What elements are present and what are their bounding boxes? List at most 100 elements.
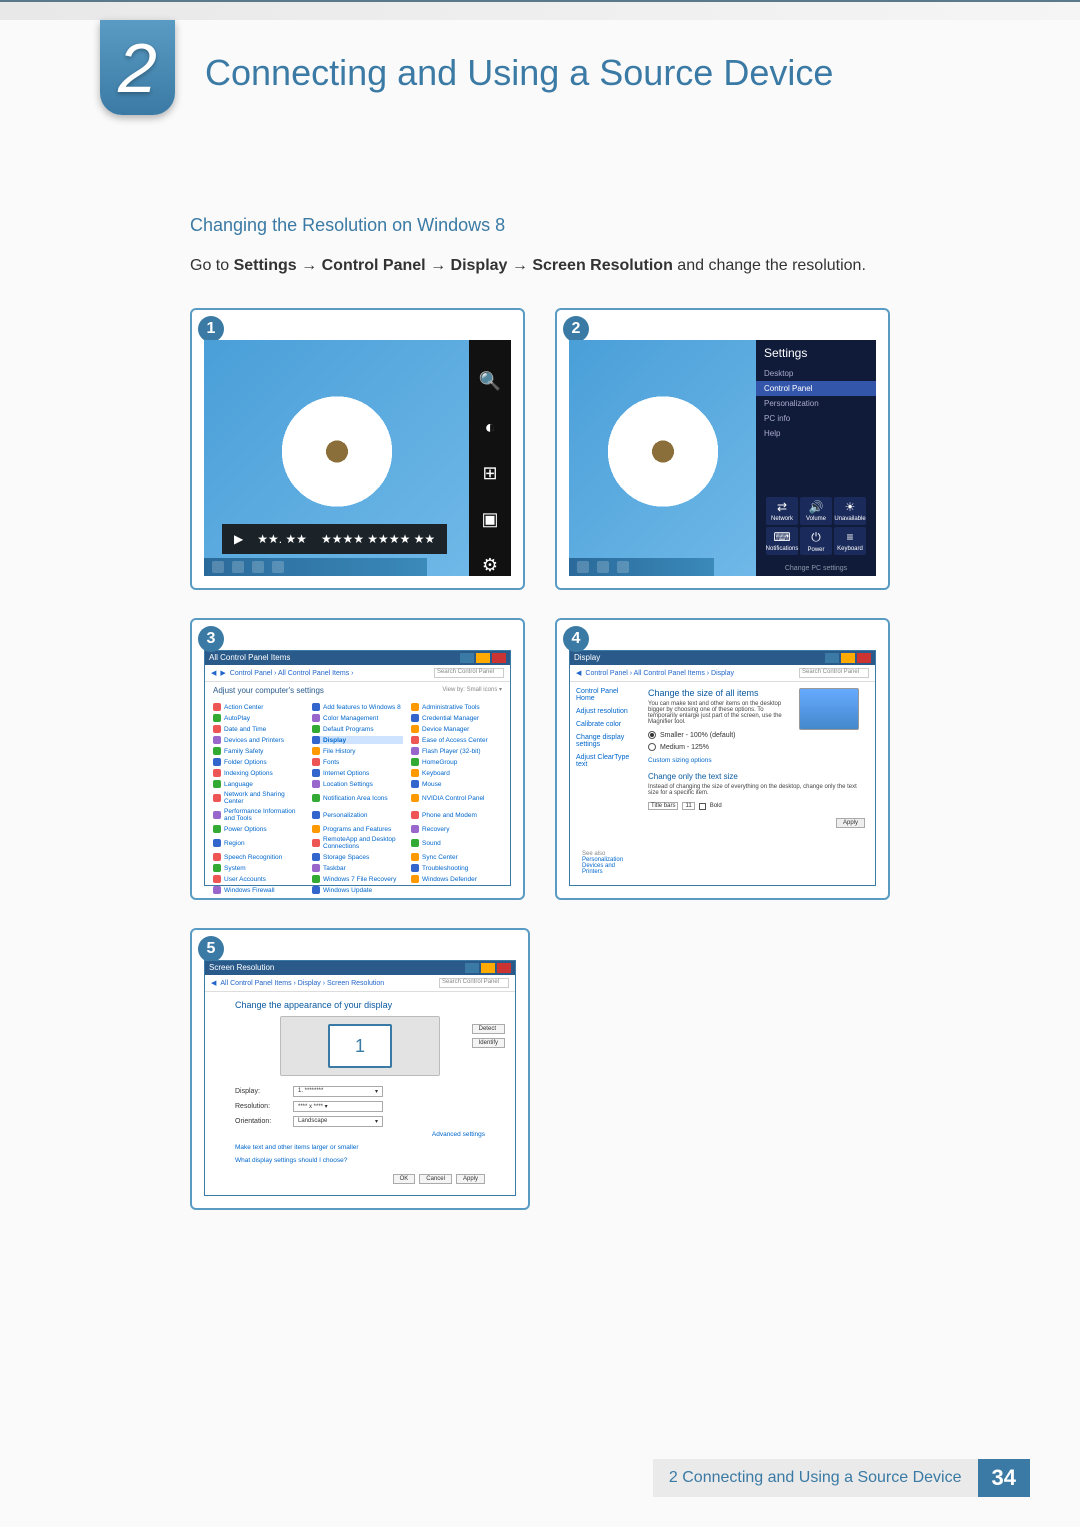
control-panel-grid: Action CenterAdd features to Windows 8Ad… [205, 699, 510, 898]
see-also-link: Devices and Printers [582, 863, 626, 875]
arrow-icon: → [301, 257, 317, 274]
cp-item-label: Keyboard [422, 770, 450, 777]
advanced-settings-link: Advanced settings [235, 1131, 485, 1138]
cp-item-label: RemoteApp and Desktop Connections [323, 836, 403, 850]
tile-notifications: ⌨Notifications [766, 527, 798, 555]
window-title: Display [574, 653, 600, 663]
media-stars: ★★. ★★ [257, 532, 307, 546]
cp-item-icon [312, 886, 320, 894]
cp-item-icon [312, 780, 320, 788]
flower-graphic [598, 387, 728, 517]
control-panel-window: All Control Panel Items ◀ ▶ Control Pane… [204, 650, 511, 886]
apply-button: Apply [456, 1174, 485, 1184]
cp-item-label: Folder Options [224, 759, 267, 766]
custom-sizing-link: Custom sizing options [648, 757, 865, 764]
cp-item: Administrative Tools [411, 703, 502, 711]
cp-item: Language [213, 780, 304, 788]
resolution-select: **** x **** ▾ [293, 1101, 383, 1112]
forward-icon: ▶ [220, 669, 225, 677]
window-titlebar: Display [570, 651, 875, 665]
close-icon [492, 653, 506, 663]
search-input: Search Control Panel [799, 668, 869, 678]
display-desc2: Instead of changing the size of everythi… [648, 784, 865, 796]
cp-item-icon [312, 758, 320, 766]
back-icon: ◀ [211, 669, 216, 677]
window-title: All Control Panel Items [209, 653, 290, 663]
chapter-title: Connecting and Using a Source Device [205, 52, 833, 94]
cp-item-icon [213, 875, 221, 883]
ok-button: OK [393, 1174, 416, 1184]
bold-checkbox [699, 803, 706, 810]
cp-item-icon [312, 839, 320, 847]
step-badge-3: 3 [198, 626, 224, 652]
cp-item-icon [411, 839, 419, 847]
cp-item: Internet Options [312, 769, 403, 777]
apply-button: Apply [836, 818, 865, 828]
cp-item-label: File History [323, 748, 356, 755]
settings-panel: Settings Desktop Control Panel Personali… [756, 340, 876, 576]
monitor-preview-area: 1 [280, 1016, 440, 1076]
cp-item-label: Taskbar [323, 865, 346, 872]
devices-icon: ▣ [479, 508, 501, 530]
cp-item-label: Phone and Modem [422, 812, 477, 819]
cp-item-icon [411, 725, 419, 733]
cp-item-label: Sync Center [422, 854, 458, 861]
cp-item: Power Options [213, 825, 304, 833]
cp-item: Mouse [411, 780, 502, 788]
cp-item-label: Location Settings [323, 781, 373, 788]
titlebar-select: Title bars [648, 802, 678, 810]
cp-item: Default Programs [312, 725, 403, 733]
cp-item-icon [411, 853, 419, 861]
cp-item-label: Region [224, 840, 245, 847]
sr-body: Change the appearance of your display 1 … [205, 992, 515, 1195]
cp-item-label: Language [224, 781, 253, 788]
radio-off-icon [648, 743, 656, 751]
chapter-number: 2 [118, 28, 157, 108]
cp-item-icon [213, 736, 221, 744]
cp-item-icon [411, 825, 419, 833]
cp-item: Recovery [411, 825, 502, 833]
cp-item: Devices and Printers [213, 736, 304, 744]
cp-item-icon [312, 864, 320, 872]
breadcrumb: ◀ ▶ Control Panel › All Control Panel It… [205, 665, 510, 682]
cp-item: Location Settings [312, 780, 403, 788]
window-titlebar: Screen Resolution [205, 961, 515, 975]
cp-item: Indexing Options [213, 769, 304, 777]
cp-item-label: Power Options [224, 826, 267, 833]
instr-settings: Settings [234, 257, 297, 274]
arrow-icon: → [430, 257, 446, 274]
cp-item: Windows Firewall [213, 886, 304, 894]
cp-item: Troubleshooting [411, 864, 502, 872]
see-also: See also Personalization Devices and Pri… [576, 851, 632, 879]
tile-volume: 🔊Volume [800, 497, 832, 525]
flower-graphic [272, 387, 402, 517]
orientation-label: Orientation: [235, 1118, 285, 1125]
maximize-icon [476, 653, 490, 663]
instr-pre: Go to [190, 257, 234, 274]
settings-item: Desktop [756, 366, 876, 381]
cp-item: Action Center [213, 703, 304, 711]
arrow-icon: → [512, 257, 528, 274]
cp-item-icon [411, 769, 419, 777]
cp-item-icon [312, 736, 320, 744]
cp-item: Display [312, 736, 403, 744]
cp-item-icon [411, 747, 419, 755]
step-badge-2: 2 [563, 316, 589, 342]
cp-item-icon [213, 769, 221, 777]
tile-network: ⇄Network [766, 497, 798, 525]
tile-brightness: ☀Unavailable [834, 497, 866, 525]
media-overlay: ▶ ★★. ★★ ★★★★ ★★★★ ★★ [222, 524, 447, 554]
cp-item-icon [411, 780, 419, 788]
section-subtitle: Changing the Resolution on Windows 8 [190, 215, 890, 236]
windows-desktop: ▶ ★★. ★★ ★★★★ ★★★★ ★★ [204, 340, 511, 576]
minimize-icon [460, 653, 474, 663]
cp-item: HomeGroup [411, 758, 502, 766]
search-icon: 🔍 [479, 370, 501, 392]
cp-item: Credential Manager [411, 714, 502, 722]
instruction-text: Go to Settings → Control Panel → Display… [190, 254, 890, 278]
taskbar-ie-icon [212, 561, 224, 573]
window-titlebar: All Control Panel Items [205, 651, 510, 665]
cp-item: NVIDIA Control Panel [411, 791, 502, 805]
cp-item-icon [213, 864, 221, 872]
cp-item-icon [213, 839, 221, 847]
